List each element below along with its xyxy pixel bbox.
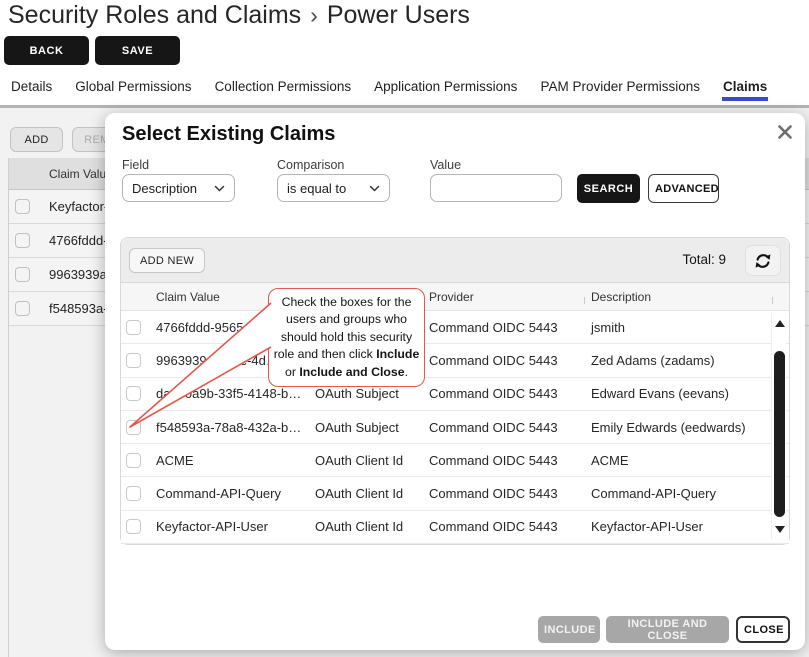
breadcrumb-section: Security Roles and Claims (8, 1, 301, 29)
add-new-button[interactable]: ADD NEW (129, 248, 205, 273)
description-cell: Emily Edwards (eedwards) (589, 420, 789, 435)
modal-table-header-row: Claim Value Provider Description (121, 283, 789, 311)
value-input[interactable] (430, 174, 562, 202)
tab-pam-provider-permissions[interactable]: PAM Provider Permissions (539, 79, 701, 101)
chevron-down-icon (214, 185, 225, 192)
table-row[interactable]: Command-API-QueryOAuth Client IdCommand … (121, 477, 789, 510)
row-checkbox[interactable] (126, 420, 141, 435)
chevron-down-icon (369, 185, 380, 192)
table-row[interactable]: ACMEOAuth Client IdCommand OIDC 5443ACME (121, 444, 789, 477)
claim-type-cell: OAuth Client Id (315, 453, 427, 468)
field-label: Field (122, 158, 149, 172)
claim-value-cell: Command-API-Query (155, 486, 315, 501)
table-row[interactable]: f548593a-78a8-432a-b…OAuth SubjectComman… (121, 411, 789, 444)
description-column-header: Description (589, 290, 789, 304)
description-cell: Zed Adams (zadams) (589, 353, 789, 368)
description-cell: Command-API-Query (589, 486, 789, 501)
tab-application-permissions[interactable]: Application Permissions (373, 79, 518, 101)
value-label: Value (430, 158, 461, 172)
include-button[interactable]: INCLUDE (538, 616, 600, 643)
table-scrollbar[interactable] (771, 313, 786, 540)
description-cell: Edward Evans (eevans) (589, 386, 789, 401)
provider-cell: Command OIDC 5443 (427, 386, 589, 401)
tab-claims[interactable]: Claims (722, 79, 768, 101)
claim-value-cell: f548593a-78a8-432a-b… (155, 420, 315, 435)
description-cell: jsmith (589, 320, 789, 335)
close-button[interactable]: CLOSE (736, 616, 790, 643)
provider-cell: Command OIDC 5443 (427, 353, 589, 368)
comparison-label: Comparison (277, 158, 344, 172)
row-checkbox[interactable] (126, 453, 141, 468)
existing-claims-panel: ADD NEW Total: 9 Claim Value Provider De… (120, 237, 790, 545)
table-row[interactable]: 9963939a-7dae-4d…Command OIDC 5443Zed Ad… (121, 344, 789, 377)
table-row[interactable]: da300a9b-33f5-4148-b…OAuth SubjectComman… (121, 378, 789, 411)
claim-value-cell: ACME (155, 453, 315, 468)
claim-type-cell: OAuth Client Id (315, 486, 427, 501)
annotation-callout: Check the boxes for the users and groups… (268, 288, 425, 387)
panel-toolbar: ADD NEW Total: 9 (121, 238, 789, 283)
provider-cell: Command OIDC 5443 (427, 320, 589, 335)
table-row[interactable]: 4766fddd-9565-4…Command OIDC 5443jsmith (121, 311, 789, 344)
search-button[interactable]: SEARCH (577, 174, 640, 203)
scroll-down-arrow-icon[interactable] (775, 526, 785, 533)
row-checkbox[interactable] (126, 486, 141, 501)
tab-details[interactable]: Details (10, 79, 53, 101)
row-checkbox[interactable] (126, 519, 141, 534)
row-checkbox[interactable] (126, 353, 141, 368)
breadcrumb-separator-icon: › (310, 2, 318, 28)
description-cell: Keyfactor-API-User (589, 519, 789, 534)
claim-type-cell: OAuth Subject (315, 420, 427, 435)
field-select[interactable]: Description (122, 174, 235, 202)
row-checkbox[interactable] (126, 320, 141, 335)
description-cell: ACME (589, 453, 789, 468)
row-checkbox[interactable] (126, 386, 141, 401)
breadcrumb-current: Power Users (327, 1, 470, 29)
comparison-select-value: is equal to (287, 181, 346, 196)
refresh-icon (753, 251, 773, 271)
provider-cell: Command OIDC 5443 (427, 486, 589, 501)
claim-value-cell: Keyfactor-API-User (155, 519, 315, 534)
include-and-close-button[interactable]: INCLUDE AND CLOSE (606, 616, 729, 643)
select-existing-claims-dialog: Select Existing Claims Field Comparison … (105, 113, 805, 650)
provider-cell: Command OIDC 5443 (427, 519, 589, 534)
provider-column-header: Provider (427, 290, 589, 304)
close-icon[interactable] (775, 122, 795, 142)
back-button[interactable]: BACK (4, 36, 89, 65)
screen: Security Roles and Claims › Power Users BA… (0, 0, 809, 657)
provider-cell: Command OIDC 5443 (427, 453, 589, 468)
field-select-value: Description (132, 181, 197, 196)
claim-type-cell: OAuth Subject (315, 386, 427, 401)
scroll-up-arrow-icon[interactable] (775, 320, 785, 327)
advanced-button[interactable]: ADVANCED (648, 174, 719, 203)
tab-collection-permissions[interactable]: Collection Permissions (214, 79, 353, 101)
table-row[interactable]: Keyfactor-API-UserOAuth Client IdCommand… (121, 511, 789, 544)
breadcrumb: Security Roles and Claims › Power Users (8, 1, 470, 30)
provider-cell: Command OIDC 5443 (427, 420, 589, 435)
comparison-select[interactable]: is equal to (277, 174, 390, 202)
save-button[interactable]: SAVE (95, 36, 180, 65)
claim-type-cell: OAuth Client Id (315, 519, 427, 534)
refresh-button[interactable] (745, 245, 781, 276)
total-count: Total: 9 (682, 252, 726, 267)
tab-bar: Details Global Permissions Collection Perm… (10, 79, 768, 101)
scrollbar-thumb[interactable] (774, 351, 785, 517)
dialog-title: Select Existing Claims (122, 123, 335, 146)
claim-value-cell: da300a9b-33f5-4148-b… (155, 386, 315, 401)
tab-global-permissions[interactable]: Global Permissions (74, 79, 192, 101)
